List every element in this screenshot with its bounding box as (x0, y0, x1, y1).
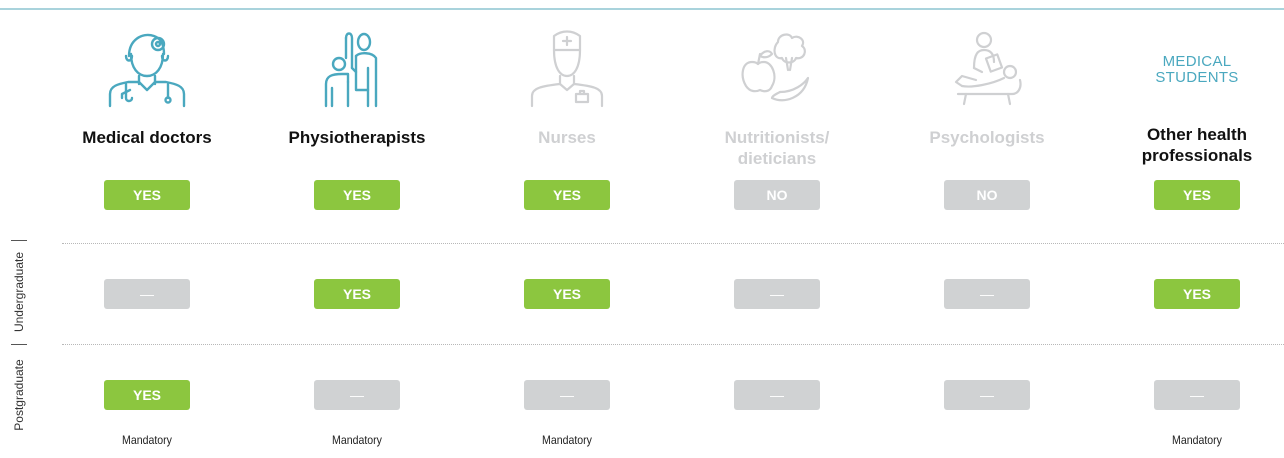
column-physiotherapists: Physiotherapists YES YES — Mandatory (267, 0, 447, 458)
status-badge: YES (1154, 279, 1240, 309)
postgraduate-label: Postgraduate (12, 359, 26, 431)
doctor-icon (102, 28, 192, 108)
profession-label: Medical doctors (82, 128, 212, 147)
status-badge: YES (1154, 180, 1240, 210)
status-badge: — (314, 380, 400, 410)
status-badge: — (1154, 380, 1240, 410)
status-badge: — (734, 279, 820, 309)
status-badge: YES (104, 180, 190, 210)
fruit-vegetables-icon (732, 28, 822, 108)
medical-students-heading: MEDICAL STUDENTS (1155, 53, 1239, 86)
undergraduate-label: Undergraduate (12, 251, 26, 333)
profession-label: Physiotherapists (288, 128, 426, 147)
status-badge: NO (944, 180, 1030, 210)
physiotherapist-icon (312, 28, 402, 108)
mandatory-note: Mandatory (542, 433, 592, 447)
row-divider-undergraduate (62, 243, 1284, 244)
status-badge: — (524, 380, 610, 410)
mandatory-note: Mandatory (1172, 433, 1222, 447)
nurse-icon (522, 28, 612, 108)
column-medical-doctors: Medical doctors YES — YES Mandatory (57, 0, 237, 458)
mandatory-note: Mandatory (122, 433, 172, 447)
status-badge: YES (524, 279, 610, 309)
psychologist-icon (942, 28, 1032, 108)
mandatory-note: Mandatory (332, 433, 382, 447)
column-psychologists: Psychologists NO — — (897, 0, 1077, 458)
column-nurses: Nurses YES YES — Mandatory (477, 0, 657, 458)
row-divider-postgraduate (62, 344, 1284, 345)
status-badge: YES (104, 380, 190, 410)
profession-label: Nutritionists/ dieticians (724, 128, 830, 168)
status-badge: YES (524, 180, 610, 210)
status-badge: — (104, 279, 190, 309)
column-nutritionists: Nutritionists/ dieticians NO — — (687, 0, 867, 458)
status-badge: YES (314, 180, 400, 210)
profession-label: Psychologists (929, 128, 1045, 147)
profession-label: Other health professionals (1141, 125, 1253, 165)
status-badge: YES (314, 279, 400, 309)
column-other-health-professionals: MEDICAL STUDENTS Other health profession… (1107, 0, 1284, 458)
profession-label: Nurses (538, 128, 596, 147)
status-badge: — (734, 380, 820, 410)
status-badge: — (944, 279, 1030, 309)
status-badge: — (944, 380, 1030, 410)
status-badge: NO (734, 180, 820, 210)
